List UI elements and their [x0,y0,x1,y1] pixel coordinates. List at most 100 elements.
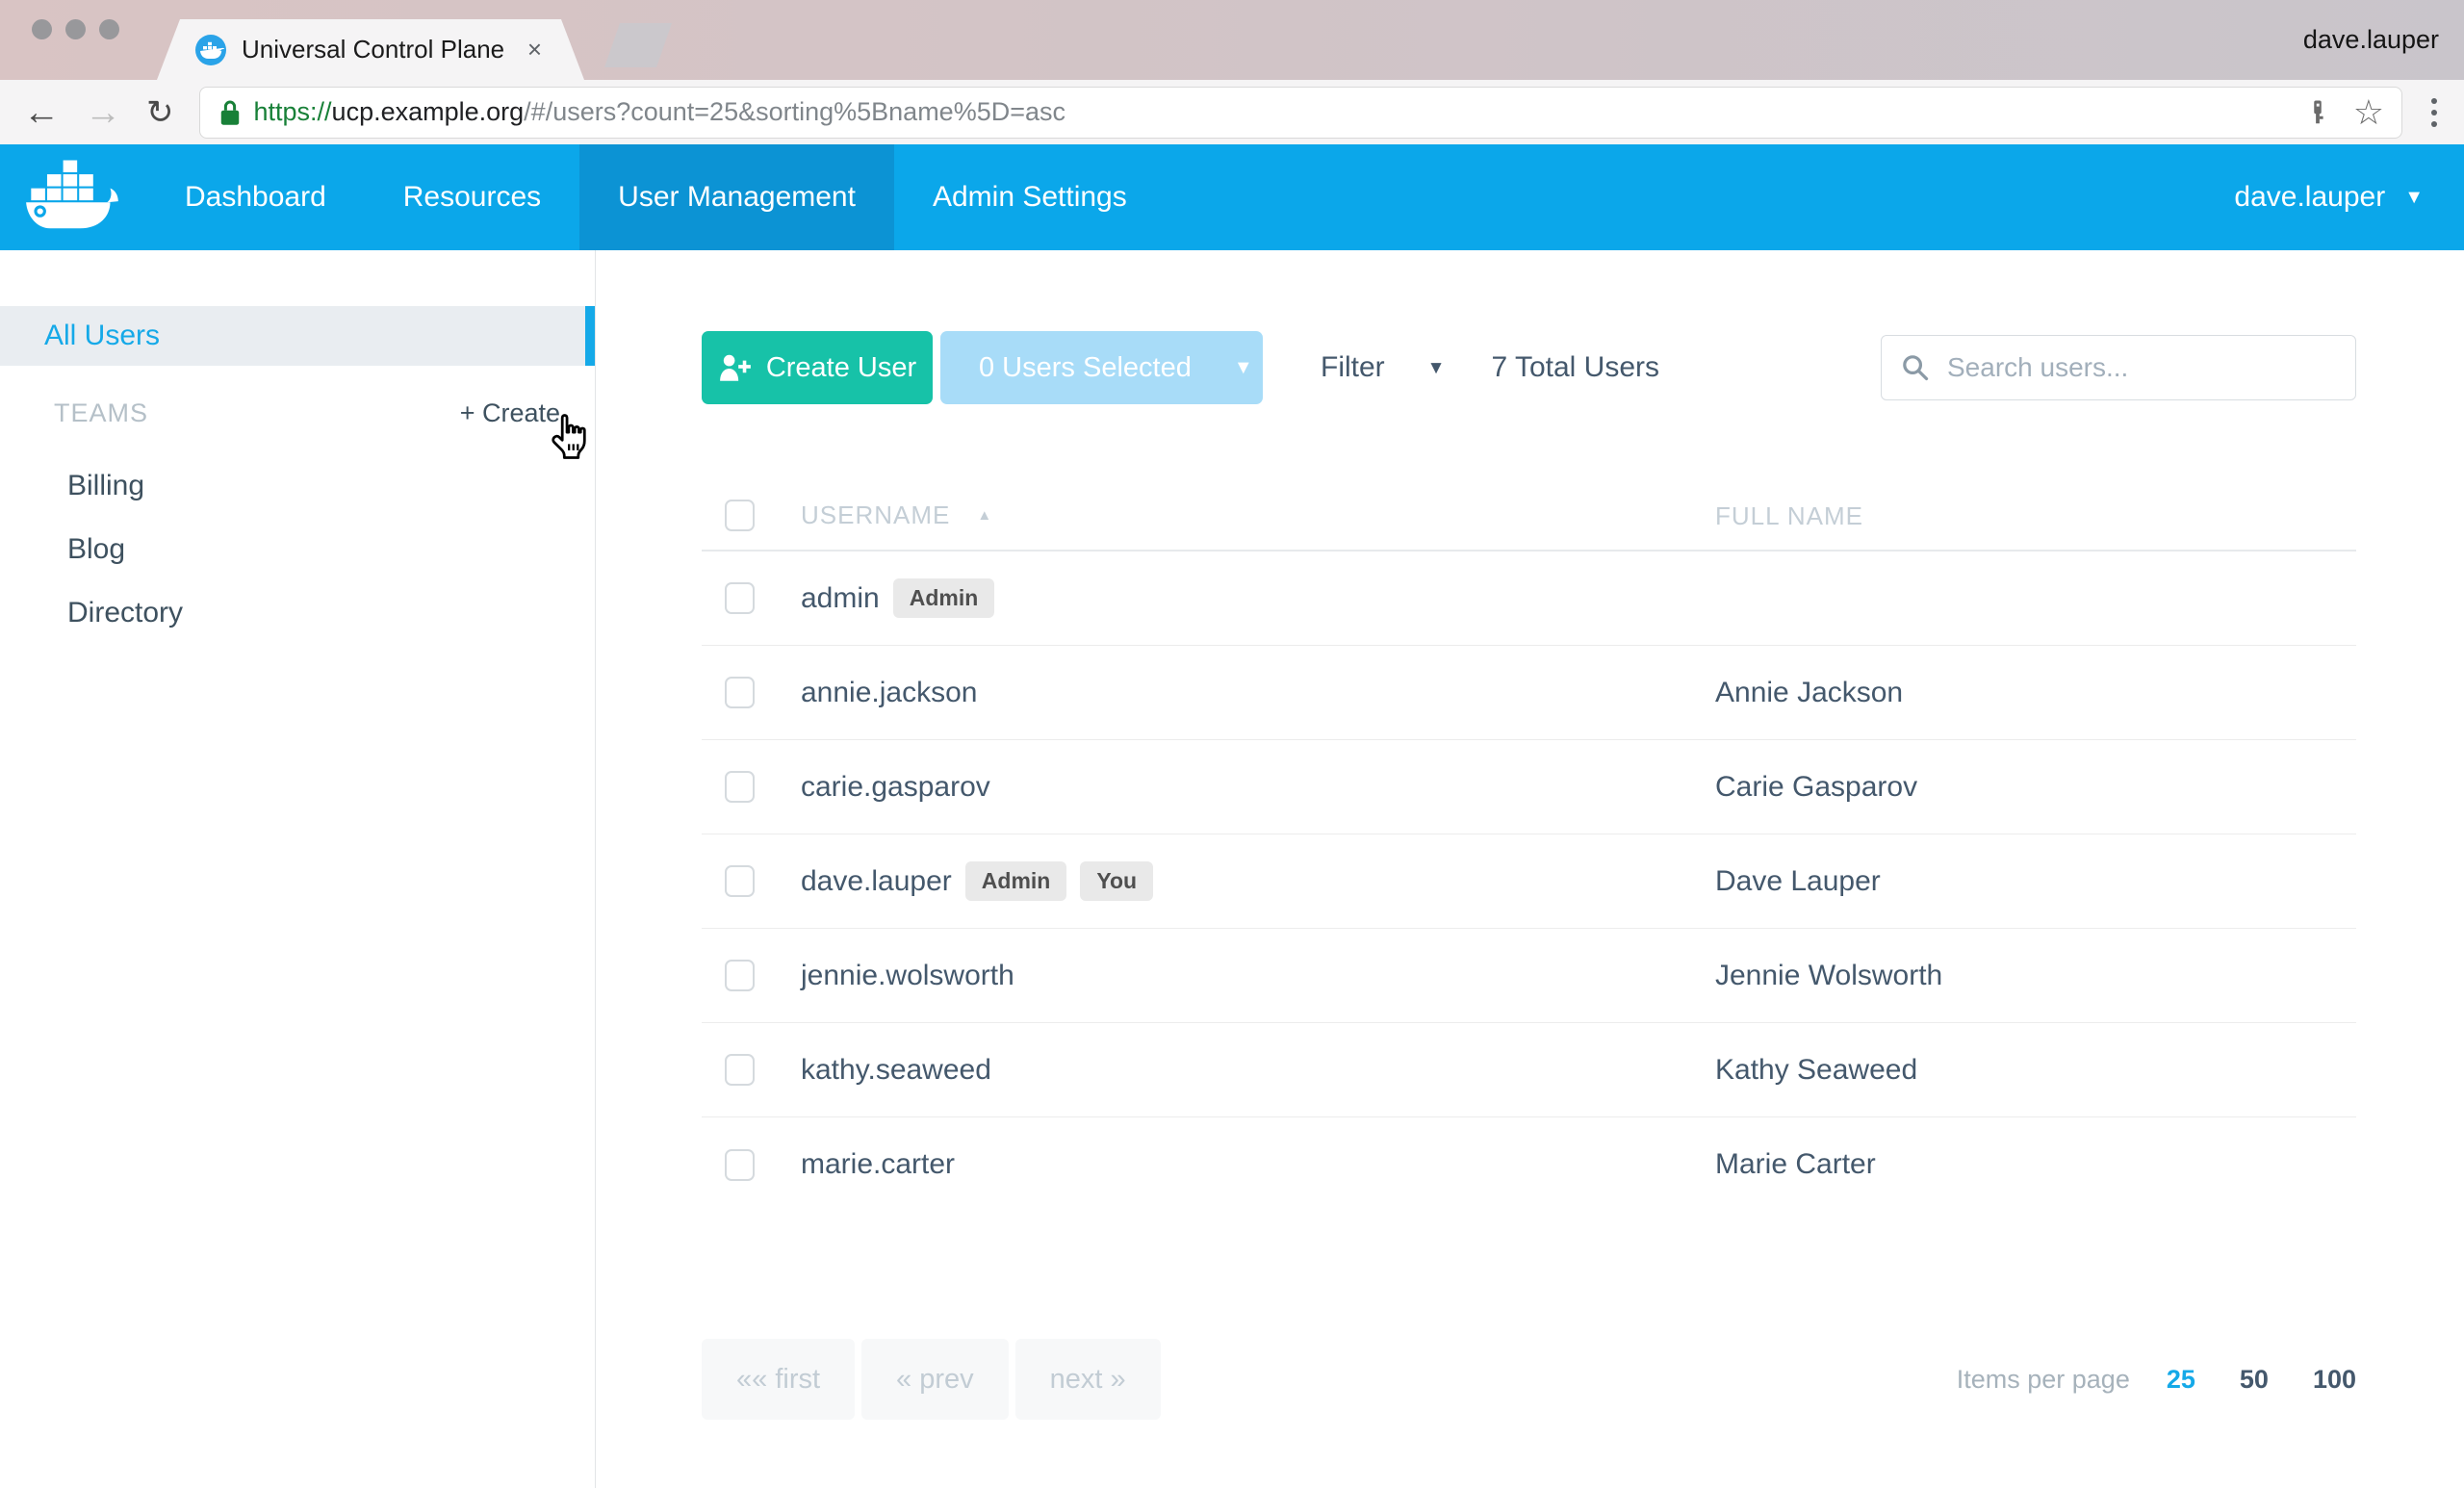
row-checkbox[interactable] [725,771,755,803]
docker-logo-icon[interactable] [0,144,146,250]
tab-favicon-docker-icon [195,35,226,65]
address-bar[interactable]: https://ucp.example.org/#/users?count=25… [199,87,2403,139]
search-box[interactable] [1881,335,2356,400]
items-per-page-100[interactable]: 100 [2313,1365,2356,1395]
new-tab-button[interactable] [604,23,672,67]
first-page-button[interactable]: «« first [702,1339,855,1420]
items-per-page-label: Items per page [1957,1365,2130,1395]
row-checkbox[interactable] [725,1054,755,1086]
browser-toolbar: ← → ↻ https://ucp.example.org/#/users?co… [0,80,2464,144]
total-users-count: 7 Total Users [1491,351,1659,384]
url-path: /#/users?count=25&sorting%5Bname%5D=asc [524,97,1065,126]
browser-profile-name[interactable]: dave.lauper [2303,25,2439,55]
table-row: carie.gasparov Carie Gasparov [702,740,2356,834]
create-user-label: Create User [766,352,916,384]
reload-icon[interactable]: ↻ [146,93,174,132]
nav-tab-user-management[interactable]: User Management [579,144,894,250]
full-name-cell: Annie Jackson [1715,677,2356,709]
sidebar-item-team-blog[interactable]: Blog [0,518,595,581]
username-cell[interactable]: carie.gasparov [801,771,990,804]
close-window-button[interactable] [32,19,52,39]
username-cell[interactable]: kathy.seaweed [801,1054,991,1087]
nav-tab-admin-settings[interactable]: Admin Settings [894,144,1166,250]
items-per-page-25[interactable]: 25 [2167,1365,2195,1395]
filter-dropdown[interactable]: Filter ▼ [1321,351,1445,384]
select-all-checkbox[interactable] [725,500,755,531]
full-name-cell: Jennie Wolsworth [1715,960,2356,992]
nav-tab-dashboard[interactable]: Dashboard [146,144,365,250]
window-controls[interactable] [32,19,119,39]
full-name-cell: Kathy Seaweed [1715,1054,2356,1087]
next-page-button[interactable]: next » [1015,1339,1161,1420]
table-row: admin Admin [702,552,2356,646]
username-cell[interactable]: annie.jackson [801,677,977,709]
username-cell[interactable]: marie.carter [801,1148,955,1181]
items-per-page-50[interactable]: 50 [2240,1365,2269,1395]
zoom-window-button[interactable] [99,19,119,39]
users-table: USERNAME ▲ FULL NAME admin Admin annie.j… [702,481,2356,1212]
prev-page-button[interactable]: « prev [861,1339,1009,1420]
sidebar-item-all-users[interactable]: All Users [0,306,595,366]
full-name-cell: Dave Lauper [1715,865,2356,898]
badge-you: You [1080,861,1153,901]
browser-menu-icon[interactable] [2427,94,2441,131]
sidebar-item-team-directory[interactable]: Directory [0,581,595,645]
users-selected-dropdown[interactable]: 0 Users Selected ▼ [940,331,1263,404]
tab-close-icon[interactable]: × [527,35,542,64]
https-lock-icon [218,98,243,127]
url-scheme: https:// [254,97,332,126]
password-key-icon[interactable] [2303,98,2332,127]
row-checkbox[interactable] [725,865,755,897]
back-icon[interactable]: ← [23,94,60,131]
create-user-button[interactable]: Create User [702,331,933,404]
sort-ascending-icon[interactable]: ▲ [977,507,991,524]
user-menu[interactable]: dave.lauper ▼ [2194,144,2464,250]
username-cell[interactable]: dave.lauper [801,865,952,898]
browser-window: Universal Control Plane × dave.lauper ← … [0,0,2464,1488]
add-user-icon [718,352,753,383]
row-checkbox[interactable] [725,582,755,614]
row-checkbox[interactable] [725,960,755,991]
chevron-down-icon: ▼ [2404,188,2424,207]
nav-tab-resources[interactable]: Resources [365,144,579,250]
row-checkbox[interactable] [725,677,755,708]
badge-admin: Admin [965,861,1067,901]
table-header-row: USERNAME ▲ FULL NAME [702,481,2356,552]
content-area: Create User 0 Users Selected ▼ Filter ▼ … [596,250,2464,1488]
forward-icon[interactable]: → [85,94,121,131]
column-header-username[interactable]: USERNAME [801,500,950,530]
sidebar: All Users TEAMS + Create BillingBlogDire… [0,250,596,1488]
users-selected-label: 0 Users Selected [979,352,1192,384]
minimize-window-button[interactable] [65,19,86,39]
search-icon [1901,353,1930,382]
chevron-down-icon: ▼ [1234,358,1253,377]
app-navbar: DashboardResourcesUser ManagementAdmin S… [0,144,2464,250]
window-titlebar: Universal Control Plane × dave.lauper [0,0,2464,80]
column-header-full-name[interactable]: FULL NAME [1715,501,1863,530]
tab-title: Universal Control Plane [242,35,512,64]
username-cell[interactable]: admin [801,582,880,615]
table-row: marie.carter Marie Carter [702,1117,2356,1212]
full-name-cell: Carie Gasparov [1715,771,2356,804]
user-menu-label: dave.lauper [2234,181,2385,214]
teams-list: BillingBlogDirectory [0,454,595,645]
sidebar-item-team-billing[interactable]: Billing [0,454,595,518]
browser-tab[interactable]: Universal Control Plane × [157,19,584,80]
teams-section-header: TEAMS [54,398,148,428]
chevron-down-icon: ▼ [1427,359,1446,377]
table-row: kathy.seaweed Kathy Seaweed [702,1023,2356,1117]
row-checkbox[interactable] [725,1149,755,1181]
table-row: annie.jackson Annie Jackson [702,646,2356,740]
username-cell[interactable]: jennie.wolsworth [801,960,1014,992]
bookmark-star-icon[interactable]: ☆ [2353,95,2384,130]
mouse-cursor-pointer [545,412,595,462]
table-row: jennie.wolsworth Jennie Wolsworth [702,929,2356,1023]
table-body: admin Admin annie.jackson Annie Jackson … [702,552,2356,1212]
url-host: ucp.example.org [332,97,525,126]
app-nav-items: DashboardResourcesUser ManagementAdmin S… [146,144,1166,250]
full-name-cell: Marie Carter [1715,1148,2356,1181]
badge-admin: Admin [893,578,995,618]
filter-label: Filter [1321,351,1385,384]
items-per-page-options: 25 50 100 [2167,1365,2356,1395]
search-input[interactable] [1947,352,2336,383]
